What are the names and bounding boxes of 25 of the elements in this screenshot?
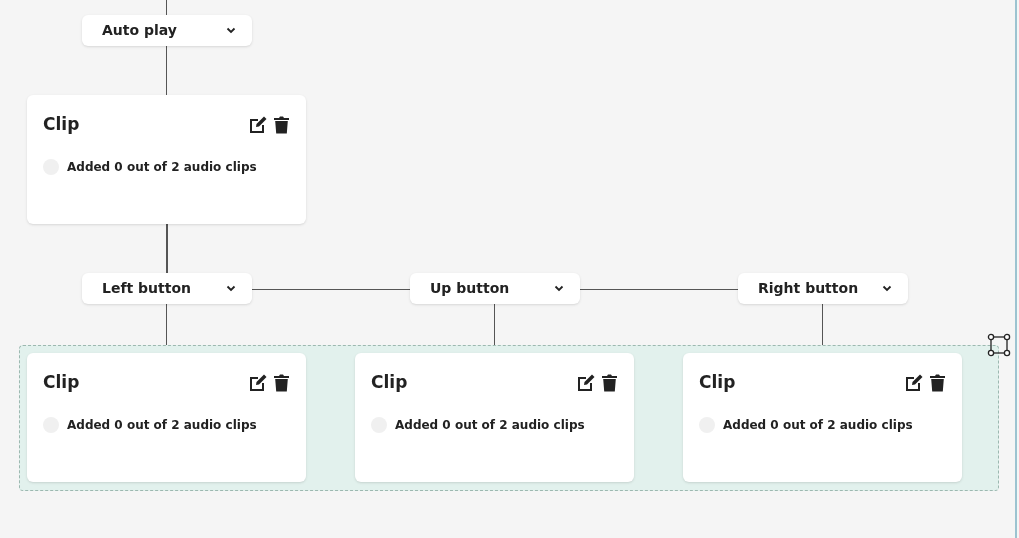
trash-icon[interactable]	[274, 115, 289, 134]
chevron-down-icon	[554, 285, 564, 292]
trigger-dropdown[interactable]: Left button	[82, 273, 252, 304]
card-title: Clip	[43, 113, 80, 136]
card-title: Clip	[371, 371, 408, 394]
edit-icon[interactable]	[904, 373, 924, 393]
edit-icon[interactable]	[576, 373, 596, 393]
card-title: Clip	[43, 371, 80, 394]
card-title: Clip	[699, 371, 736, 394]
trash-icon[interactable]	[602, 373, 617, 392]
trigger-dropdown[interactable]: Up button	[410, 273, 580, 304]
status-text: Added 0 out of 2 audio clips	[723, 416, 913, 434]
chevron-down-icon	[882, 285, 892, 292]
status-text: Added 0 out of 2 audio clips	[67, 158, 257, 176]
status-text: Added 0 out of 2 audio clips	[395, 416, 585, 434]
resize-handle-icon[interactable]	[987, 333, 1011, 357]
trigger-dropdown[interactable]: Auto play	[82, 15, 252, 46]
edit-icon[interactable]	[248, 115, 268, 135]
trigger-dropdown[interactable]: Right button	[738, 273, 908, 304]
chevron-down-icon	[226, 285, 236, 292]
chevron-down-icon	[226, 27, 236, 34]
trash-icon[interactable]	[930, 373, 945, 392]
trash-icon[interactable]	[274, 373, 289, 392]
edit-icon[interactable]	[248, 373, 268, 393]
status-text: Added 0 out of 2 audio clips	[67, 416, 257, 434]
